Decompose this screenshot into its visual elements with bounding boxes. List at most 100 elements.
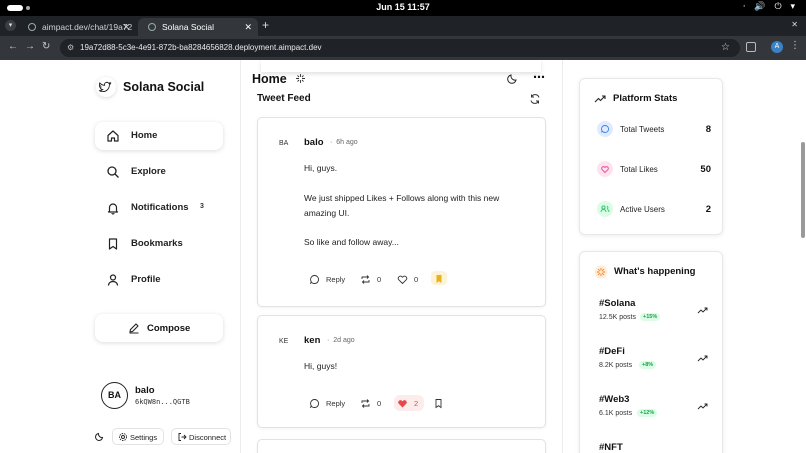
bell-icon (107, 203, 119, 215)
bookmark-icon (108, 238, 118, 250)
tweet-author[interactable]: balo (304, 137, 324, 148)
trending-panel: What's happening #Solana 12.5K posts +15… (579, 251, 723, 453)
tweet-text-line: Hi, guys! (304, 361, 338, 371)
home-icon (107, 130, 119, 142)
sidebar-item-label: Bookmarks (131, 238, 183, 249)
sparkle-icon[interactable] (295, 73, 306, 84)
reload-icon[interactable]: ↻ (42, 41, 50, 52)
retweet-button[interactable]: 0 (360, 397, 386, 411)
feed-title: Tweet Feed (257, 93, 311, 104)
search-icon (107, 166, 119, 178)
sidebar-item-label: Home (131, 130, 158, 141)
url-text: 19a72d88-5c3e-4e91-872b-ba8284656828.dep… (80, 43, 322, 52)
site-info-icon[interactable]: ⚙ (67, 39, 74, 57)
sidebar-item-label: Notifications (131, 202, 189, 213)
bookmark-star-icon[interactable]: ☆ (721, 39, 730, 57)
avatar[interactable]: BA (279, 140, 288, 147)
browser-tab-strip: ▾ aimpact.dev/chat/19a72 ✕ Solana Social… (0, 16, 806, 36)
like-count: 2 (414, 399, 419, 408)
retweet-icon (361, 275, 370, 284)
tweet-text-line: Hi, guys. (304, 163, 338, 173)
tab-search-icon[interactable]: ▾ (5, 20, 16, 31)
bookmark-button[interactable] (431, 271, 447, 285)
browser-menu-icon[interactable]: ⋮ (790, 40, 800, 51)
trend-change-badge: +15% (640, 313, 661, 321)
tab-solana-social[interactable]: Solana Social ✕ (138, 18, 258, 36)
sidebar-item-explore[interactable]: Explore (95, 158, 223, 186)
tab-label: Solana Social (162, 22, 214, 32)
tweet-card[interactable] (257, 439, 546, 453)
brand-name: Solana Social (123, 80, 205, 94)
wallet-address: 6kQW8n...QGTB (135, 398, 190, 406)
like-count: 0 (414, 275, 419, 284)
retweet-icon (361, 399, 370, 408)
heart-icon (397, 275, 408, 285)
logout-icon (178, 433, 187, 441)
refresh-icon[interactable] (529, 93, 541, 105)
system-tray[interactable]: ⋅ 🔊 ⏻ ▾ (743, 2, 798, 12)
trend-post-count: 8.2K posts (599, 362, 633, 369)
forward-icon[interactable]: → (25, 41, 35, 52)
trend-tag: #NFT (599, 442, 623, 453)
reply-button[interactable]: Reply (309, 273, 349, 287)
moon-icon[interactable] (507, 72, 519, 84)
reply-icon (310, 399, 319, 409)
system-clock[interactable]: Jun 15 11:57 (0, 2, 806, 12)
close-tab-icon[interactable]: ✕ (122, 18, 130, 36)
column-divider (240, 60, 241, 453)
retweet-button[interactable]: 0 (360, 273, 386, 287)
tab-label: aimpact.dev/chat/19a72 (42, 22, 133, 32)
back-icon[interactable]: ← (8, 41, 18, 52)
trend-change-badge: +8% (639, 361, 657, 369)
more-options-icon[interactable]: ⋯ (533, 70, 546, 84)
profile-avatar[interactable]: A (771, 41, 783, 53)
page-title: Home (252, 72, 287, 86)
theme-toggle-button[interactable] (92, 428, 108, 445)
tweet-text-line: amazing UI. (304, 208, 350, 218)
trend-change-badge: +12% (637, 409, 658, 417)
stat-label: Active Users (620, 205, 665, 214)
avatar: BA (101, 382, 128, 409)
heart-icon (597, 161, 613, 177)
main-header: Home ⋯ (241, 60, 562, 96)
settings-button[interactable]: Settings (112, 428, 164, 445)
trend-up-icon (697, 307, 708, 314)
new-tab-button[interactable]: + (262, 18, 269, 32)
stat-total-tweets: Total Tweets 8 (597, 121, 711, 137)
tweet-author[interactable]: ken (304, 335, 320, 346)
tweet-card[interactable]: KE ken · 2d ago Hi, guys! Reply 0 2 (257, 315, 546, 428)
moon-icon (95, 432, 104, 441)
avatar[interactable]: KE (279, 338, 288, 345)
bookmark-button[interactable] (433, 397, 447, 411)
stat-active-users: Active Users 2 (597, 201, 711, 217)
extensions-icon[interactable] (746, 42, 756, 52)
window-close-icon[interactable]: ✕ (791, 20, 798, 29)
tab-aimpact[interactable]: aimpact.dev/chat/19a72 ✕ (18, 18, 136, 36)
os-top-bar: Jun 15 11:57 ⋅ 🔊 ⏻ ▾ (0, 0, 806, 16)
bird-logo-icon (96, 77, 116, 97)
reply-label: Reply (326, 399, 346, 408)
sidebar-item-home[interactable]: Home (95, 122, 223, 150)
globe-icon (148, 23, 156, 31)
page-scrollbar[interactable] (801, 142, 805, 238)
sidebar-item-label: Explore (131, 166, 166, 177)
disconnect-button[interactable]: Disconnect (171, 428, 231, 445)
notification-count-badge: 3 (200, 203, 204, 210)
address-bar[interactable]: ⚙ 19a72d88-5c3e-4e91-872b-ba8284656828.d… (60, 39, 740, 57)
sidebar-item-profile[interactable]: Profile (95, 266, 223, 294)
reply-button[interactable]: Reply (309, 397, 349, 411)
sidebar-item-bookmarks[interactable]: Bookmarks (95, 230, 223, 258)
tweet-card[interactable]: BA balo · 6h ago Hi, guys. We just shipp… (257, 117, 546, 307)
like-button[interactable]: 0 (397, 273, 423, 287)
settings-label: Settings (130, 433, 158, 442)
trend-tag: #DeFi (599, 346, 625, 357)
sidebar-item-notifications[interactable]: Notifications 3 (95, 194, 223, 222)
close-tab-icon[interactable]: ✕ (244, 18, 252, 36)
trend-up-icon (697, 355, 708, 362)
like-button[interactable]: 2 (394, 395, 424, 411)
compose-button[interactable]: Compose (95, 314, 223, 342)
heart-filled-icon (398, 400, 407, 408)
sparkle-icon (594, 265, 608, 279)
tweet-text-line: We just shipped Likes + Follows along wi… (304, 193, 500, 203)
panel-title: Platform Stats (613, 93, 678, 104)
